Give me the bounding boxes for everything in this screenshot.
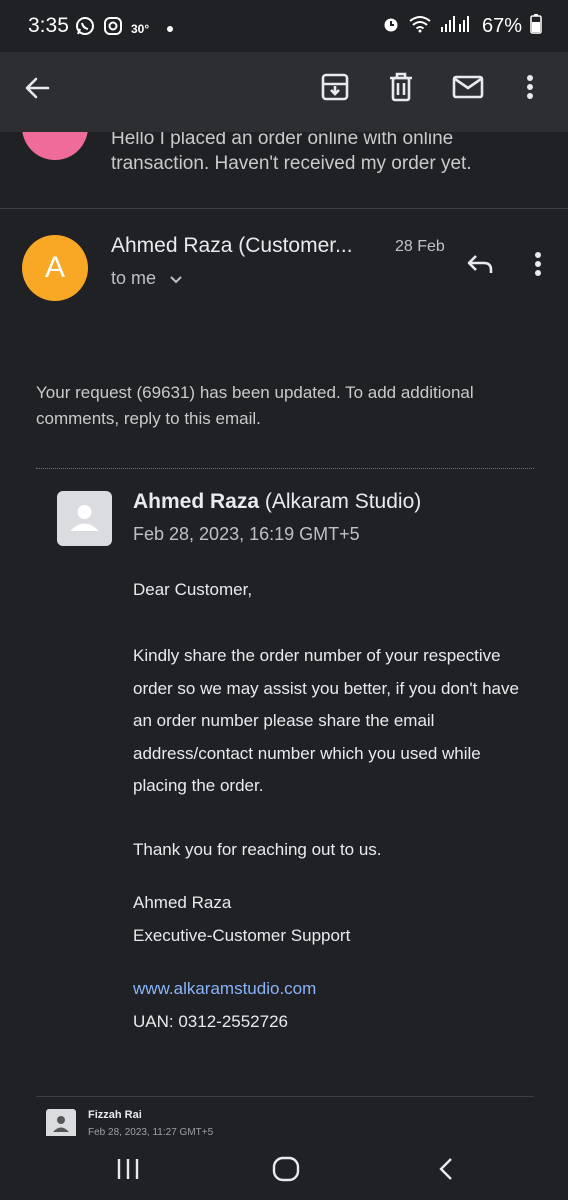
battery-icon [530, 14, 542, 39]
alarm-icon [382, 15, 400, 38]
top-toolbar [0, 52, 568, 132]
recipient-toggle[interactable]: to me [111, 268, 183, 290]
message-date: 28 Feb [395, 238, 445, 255]
back-icon[interactable] [432, 1154, 462, 1184]
quote-divider [36, 468, 534, 469]
quoted-sender-avatar [57, 491, 112, 546]
uan-number: UAN: 0312-2552726 [133, 1012, 289, 1031]
next-message-sender: Fizzah Rai [88, 1109, 142, 1121]
status-time: 3:35 [28, 14, 69, 37]
signature-title: Executive-Customer Support [133, 926, 351, 945]
next-message[interactable]: Fizzah Rai Feb 28, 2023, 11:27 GMT+5 [36, 1096, 534, 1137]
trash-icon[interactable] [384, 70, 418, 104]
avatar [22, 132, 88, 160]
website-link[interactable]: www.alkaramstudio.com [133, 973, 538, 1006]
recipient-label: to me [111, 268, 157, 288]
more-vert-icon[interactable] [518, 70, 542, 104]
thanks-line: Thank you for reaching out to us. [133, 840, 382, 859]
sender-name: Ahmed Raza (Customer... [111, 234, 353, 257]
greeting: Dear Customer, [133, 580, 253, 599]
quoted-sender: Ahmed Raza (Alkaram Studio) [133, 490, 421, 514]
notification-dot [167, 25, 174, 32]
instagram-icon [103, 16, 123, 41]
home-icon[interactable] [271, 1154, 301, 1184]
signature-name: Ahmed Raza [133, 893, 232, 912]
more-vert-icon[interactable] [526, 248, 550, 280]
mark-unread-icon[interactable] [451, 70, 485, 104]
recent-apps-icon[interactable] [113, 1154, 143, 1184]
previous-message-snippet: Hello I placed an order online with onli… [111, 132, 472, 174]
message-intro: Your request (69631) has been updated. T… [36, 383, 474, 428]
sender-avatar[interactable]: A [22, 235, 88, 301]
whatsapp-icon [75, 16, 95, 41]
signal-icon [440, 15, 474, 38]
archive-icon[interactable] [318, 70, 352, 104]
wifi-icon [408, 15, 432, 38]
body-paragraph: Kindly share the order number of your re… [133, 646, 519, 795]
status-temperature: 30° [131, 21, 150, 36]
quoted-sender-name: Ahmed Raza [133, 490, 260, 513]
status-battery: 67% [481, 15, 522, 37]
chevron-down-icon [169, 269, 183, 290]
quoted-sender-org: (Alkaram Studio) [264, 490, 422, 513]
back-arrow-icon[interactable] [22, 72, 54, 104]
message-header: A Ahmed Raza (Customer... 28 Feb to me [0, 210, 568, 320]
quoted-datetime: Feb 28, 2023, 16:19 GMT+5 [133, 524, 360, 544]
status-bar: 3:35 30° 67% [0, 0, 568, 52]
avatar [46, 1109, 76, 1137]
system-nav-bar [0, 1136, 568, 1200]
reply-icon[interactable] [464, 248, 496, 280]
previous-message[interactable]: Hello I placed an order online with onli… [0, 132, 568, 209]
